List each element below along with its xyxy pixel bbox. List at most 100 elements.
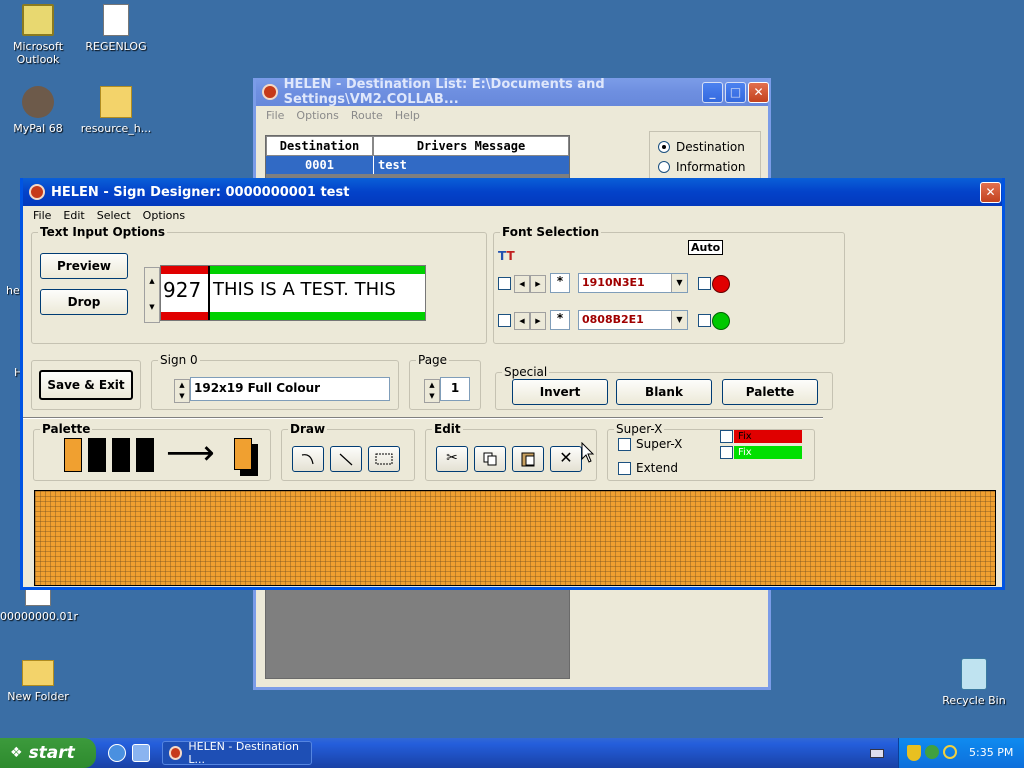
preview-text-bar-bottom	[209, 312, 425, 320]
maximize-button[interactable]: □	[725, 82, 746, 103]
mouse-cursor-icon	[581, 442, 595, 463]
desktop-icon-outlook[interactable]: Microsoft Outlook	[0, 4, 76, 66]
network-icon[interactable]	[925, 745, 939, 759]
helen-app-icon	[169, 746, 183, 760]
start-button[interactable]: ❖ start	[0, 738, 96, 768]
fix-green-label: Fix	[734, 446, 802, 459]
curve-tool-button[interactable]	[292, 446, 324, 472]
sign-type-field[interactable]: 192x19 Full Colour	[190, 377, 390, 401]
preview-text: THIS IS A TEST. THIS	[213, 279, 396, 300]
menu-file[interactable]: File	[260, 109, 290, 122]
font1-right-arrow[interactable]: ▶	[530, 275, 546, 293]
security-shield-icon[interactable]	[907, 745, 921, 761]
invert-button[interactable]: Invert	[512, 379, 608, 405]
extend-checkbox[interactable]	[618, 462, 631, 475]
menu-options[interactable]: Options	[137, 209, 191, 222]
font2-right-arrow[interactable]: ▶	[530, 312, 546, 330]
font2-select[interactable]: 0808B2E1 ▼	[578, 310, 688, 330]
font2-checkbox[interactable]	[498, 314, 511, 327]
sign-canvas[interactable]	[34, 490, 996, 586]
desktop-quicklaunch-icon[interactable]	[132, 744, 150, 762]
font1-left-arrow[interactable]: ◀	[514, 275, 530, 293]
folder-icon	[22, 660, 54, 686]
page-spin-control[interactable]: ▲ ▼	[424, 379, 440, 403]
copy-button[interactable]	[474, 446, 506, 472]
column-header-drivers-message[interactable]: Drivers Message	[373, 136, 569, 156]
page-group: Page ▲ ▼ 1	[409, 353, 481, 410]
sign-designer-menubar: File Edit Select Options	[23, 206, 1002, 224]
close-button[interactable]: ✕	[980, 182, 1001, 203]
palette-black-swatch[interactable]	[112, 438, 130, 472]
desktop-icon-recycle-bin[interactable]: Recycle Bin	[936, 658, 1012, 707]
preview-button[interactable]: Preview	[40, 253, 128, 279]
fix-green-checkbox[interactable]	[720, 446, 733, 459]
line-tool-button[interactable]	[330, 446, 362, 472]
text-input-options-group: Text Input Options Preview Drop ▲ ▼ 927 T…	[31, 225, 487, 344]
taskbar-item-helen[interactable]: HELEN - Destination L...	[162, 740, 312, 766]
desktop-icon-label: MyPal 68	[13, 122, 63, 135]
font2-left-arrow[interactable]: ◀	[514, 312, 530, 330]
recycle-bin-icon	[961, 658, 987, 690]
ie-quicklaunch-icon[interactable]	[108, 744, 126, 762]
delete-button[interactable]: ✕	[550, 446, 582, 472]
radio-destination-label: Destination	[676, 140, 745, 154]
font1-star[interactable]: *	[550, 273, 570, 293]
helen-app-icon	[29, 184, 45, 200]
destination-titlebar[interactable]: HELEN - Destination List: E:\Documents a…	[256, 77, 769, 107]
minimize-button[interactable]: _	[702, 82, 723, 103]
sign-preview-strip: 927 THIS IS A TEST. THIS	[160, 265, 426, 321]
font1-select[interactable]: 1910N3E1 ▼	[578, 273, 688, 293]
table-row[interactable]: 0001 test	[266, 156, 569, 174]
zip-folder-icon	[100, 86, 132, 118]
close-button[interactable]: ✕	[748, 82, 769, 103]
preview-divider	[208, 266, 210, 320]
sign-spin-control[interactable]: ▲ ▼	[174, 379, 190, 403]
blank-button[interactable]: Blank	[616, 379, 712, 405]
font1-checkbox[interactable]	[498, 277, 511, 290]
desktop-icon-label: Microsoft Outlook	[12, 40, 64, 66]
palette-button[interactable]: Palette	[722, 379, 818, 405]
sign-designer-titlebar[interactable]: HELEN - Sign Designer: 0000000001 test ✕	[23, 178, 1002, 206]
desktop-icon-resource[interactable]: resource_h...	[78, 86, 154, 135]
font1-color-checkbox[interactable]	[698, 277, 711, 290]
preview-number-bar-top	[161, 266, 209, 274]
radio-destination[interactable]	[658, 141, 670, 153]
desktop-icon-new-folder[interactable]: New Folder	[0, 660, 76, 703]
save-exit-button[interactable]: Save & Exit	[39, 370, 133, 400]
menu-select[interactable]: Select	[91, 209, 137, 222]
cut-button[interactable]: ✂	[436, 446, 468, 472]
column-header-destination[interactable]: Destination	[266, 136, 373, 156]
search-tray-icon[interactable]	[943, 745, 957, 759]
menu-file[interactable]: File	[27, 209, 57, 222]
drop-button[interactable]: Drop	[40, 289, 128, 315]
palette-orange-swatch[interactable]	[64, 438, 82, 472]
cell-message: test	[373, 156, 569, 174]
menu-edit[interactable]: Edit	[57, 209, 90, 222]
palette-black-swatch[interactable]	[136, 438, 154, 472]
text-spin-control[interactable]: ▲ ▼	[144, 267, 160, 323]
chevron-down-icon[interactable]: ▼	[671, 274, 687, 292]
chevron-down-icon[interactable]: ▼	[671, 311, 687, 329]
font2-star[interactable]: *	[550, 310, 570, 330]
superx-checkbox[interactable]	[618, 438, 631, 451]
page-number-field[interactable]: 1	[440, 377, 470, 401]
palette-black-swatch[interactable]	[88, 438, 106, 472]
desktop-icon-mypal[interactable]: MyPal 68	[0, 86, 76, 135]
paste-button[interactable]	[512, 446, 544, 472]
menu-options[interactable]: Options	[290, 109, 344, 122]
keyboard-icon[interactable]	[870, 749, 884, 758]
menu-help[interactable]: Help	[389, 109, 426, 122]
desktop-icon-regenlog[interactable]: REGENLOG	[78, 4, 154, 53]
desktop-icon-label: 00000000.01r	[0, 610, 79, 623]
green-color-dot[interactable]	[712, 312, 730, 330]
font2-color-checkbox[interactable]	[698, 314, 711, 327]
rectangle-tool-button[interactable]	[368, 446, 400, 472]
line-icon	[339, 453, 353, 466]
radio-information[interactable]	[658, 161, 670, 173]
fix-red-checkbox[interactable]	[720, 430, 733, 443]
red-color-dot[interactable]	[712, 275, 730, 293]
font-selection-label: Font Selection	[500, 225, 602, 239]
desktop-icon-file[interactable]: 00000000.01r	[0, 586, 79, 623]
font-style-icon[interactable]: TT	[498, 249, 515, 263]
menu-route[interactable]: Route	[345, 109, 389, 122]
